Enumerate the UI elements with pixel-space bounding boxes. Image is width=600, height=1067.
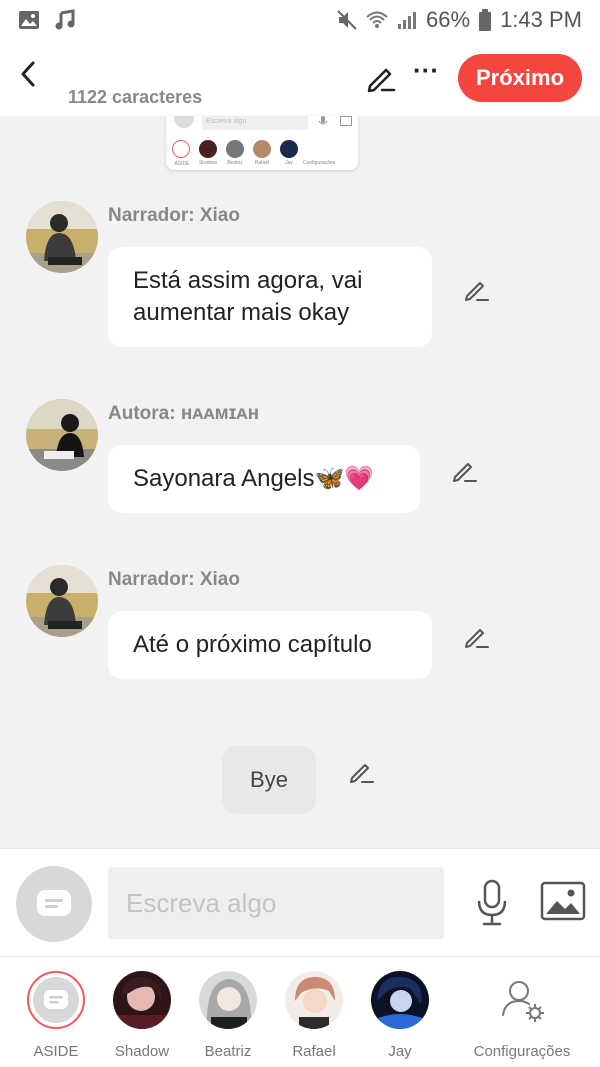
- character-aside[interactable]: ASIDE: [13, 971, 99, 1060]
- edit-message-icon[interactable]: [463, 276, 491, 304]
- character-label: Rafael: [292, 1043, 336, 1060]
- chevron-left-icon: [21, 61, 35, 87]
- more-options-button[interactable]: ···: [410, 55, 442, 94]
- avatar: [113, 971, 171, 1029]
- mute-icon: [337, 10, 357, 30]
- avatar[interactable]: [26, 201, 98, 273]
- editor-header: 1122 caracteres ··· Próximo: [0, 40, 600, 116]
- narration-bubble[interactable]: Bye: [222, 746, 316, 814]
- character-jay[interactable]: Jay: [357, 971, 443, 1060]
- gallery-notification-icon: [19, 11, 39, 29]
- back-button[interactable]: [12, 56, 44, 92]
- preview-image-icon: [340, 116, 352, 126]
- battery-percent: 66%: [426, 7, 471, 32]
- character-beatriz[interactable]: Beatriz: [185, 971, 271, 1060]
- avatar: [27, 971, 85, 1029]
- avatar-image: [26, 201, 98, 273]
- edit-button[interactable]: [362, 60, 398, 96]
- message-bubble[interactable]: Até o próximo capítulo: [108, 611, 432, 679]
- settings-button[interactable]: Configurações: [470, 971, 574, 1060]
- character-name: Narrador: Xiao: [108, 569, 240, 590]
- battery-icon: [479, 9, 492, 31]
- image-icon[interactable]: [540, 881, 586, 923]
- settings-avatar: [493, 971, 551, 1029]
- aside-toggle-button[interactable]: [16, 866, 92, 942]
- edit-narration-icon[interactable]: [348, 758, 376, 786]
- preview-avatar: Shadow: [199, 140, 217, 166]
- character-shadow[interactable]: Shadow: [99, 971, 185, 1060]
- message-input[interactable]: [108, 867, 444, 939]
- next-button[interactable]: Próximo: [458, 54, 582, 102]
- status-bar: 66% 1:43 PM: [0, 0, 600, 40]
- message-bubble[interactable]: Sayonara Angels🦋💗: [108, 445, 420, 513]
- avatar-image: [26, 399, 98, 471]
- message-bubble[interactable]: Está assim agora, vai aumentar mais okay: [108, 247, 432, 347]
- preview-input: Escreva algo: [202, 116, 308, 130]
- preview-avatar: Jay: [280, 140, 298, 166]
- character-count: 1122 caracteres: [68, 87, 203, 107]
- settings-label: Configurações: [473, 1043, 571, 1060]
- preview-aside-button: [174, 116, 194, 128]
- avatar-image: [26, 565, 98, 637]
- avatar: [371, 971, 429, 1029]
- avatar[interactable]: [26, 399, 98, 471]
- aside-icon: [44, 990, 68, 1009]
- avatar-image: [371, 971, 429, 1029]
- aside-avatar-circle: [33, 977, 79, 1023]
- character-label: ASIDE: [33, 1043, 79, 1060]
- character-rafael[interactable]: Rafael: [271, 971, 357, 1060]
- user-settings-icon: [502, 981, 544, 1022]
- clock: 1:43 PM: [500, 7, 582, 32]
- character-label: Beatriz: [204, 1043, 252, 1060]
- character-name: Autora: ʜᴀᴀᴍɪᴀʜ: [108, 403, 260, 424]
- edit-message-icon[interactable]: [463, 623, 491, 651]
- character-name: Narrador: Xiao: [108, 205, 240, 226]
- wifi-icon: [366, 11, 388, 28]
- music-notification-icon: [55, 9, 75, 30]
- message-input-bar: [0, 848, 600, 956]
- screenshot-preview: Escreva algo ASIDE Shadow Beatriz Rafael…: [166, 116, 358, 170]
- character-selector: ASIDE Shadow Beatriz Rafael Jay Configur…: [0, 956, 600, 1067]
- avatar-image: [113, 971, 171, 1029]
- character-label: Shadow: [114, 1043, 170, 1060]
- preview-character-list: ASIDE Shadow Beatriz Rafael Jay Configur…: [172, 140, 335, 167]
- edit-message-icon[interactable]: [451, 457, 479, 485]
- avatar: [285, 971, 343, 1029]
- pencil-icon: [367, 68, 396, 93]
- more-icon: ···: [413, 55, 439, 85]
- avatar-image: [199, 971, 257, 1029]
- preview-avatar: Beatriz: [226, 140, 244, 166]
- preview-mic-icon: [318, 116, 328, 125]
- preview-avatar: Rafael: [253, 140, 271, 166]
- avatar-image: [285, 971, 343, 1029]
- character-label: Jay: [388, 1043, 412, 1060]
- aside-icon: [37, 890, 71, 916]
- preview-avatar: Configurações: [303, 140, 335, 166]
- avatar: [199, 971, 257, 1029]
- avatar[interactable]: [26, 565, 98, 637]
- preview-avatar: ASIDE: [172, 140, 190, 167]
- microphone-icon[interactable]: [474, 879, 510, 927]
- signal-icon: [398, 12, 417, 29]
